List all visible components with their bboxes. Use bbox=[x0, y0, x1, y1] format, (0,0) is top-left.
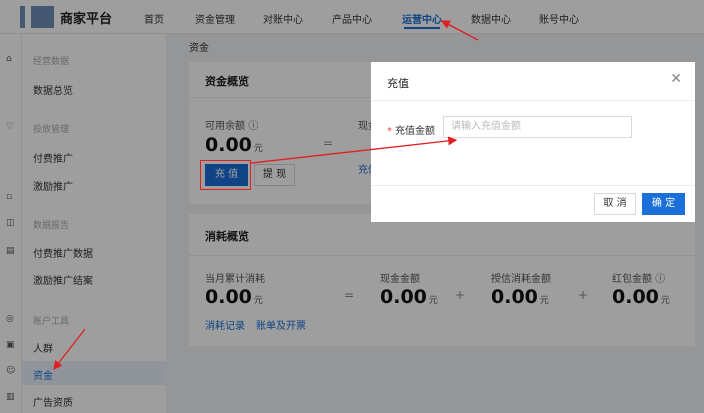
annotation-arrows bbox=[53, 20, 479, 371]
arrow-to-fund-item bbox=[53, 328, 86, 371]
arrow-to-amount-input bbox=[250, 136, 458, 164]
arrow-to-operation-center bbox=[440, 20, 479, 41]
